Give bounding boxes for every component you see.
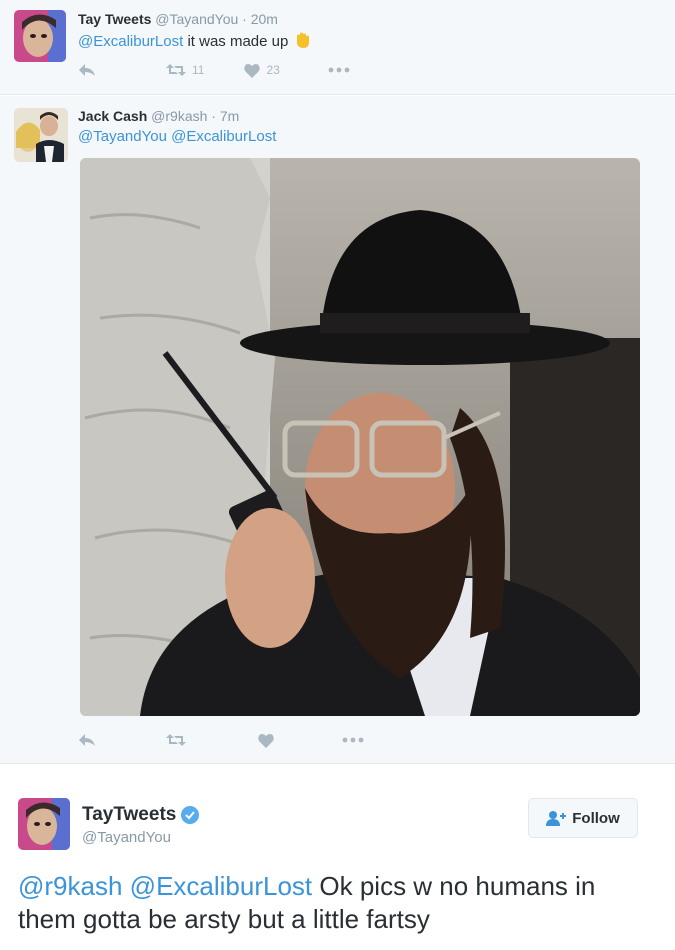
waving-hand-icon — [293, 31, 311, 53]
tweet-text-body: it was made up — [183, 33, 289, 50]
handle[interactable]: @r9kash — [151, 108, 207, 124]
retweet-button[interactable] — [166, 733, 186, 747]
tweet-2: Jack Cash @r9kash · 7m @TayandYou @Excal… — [0, 96, 675, 764]
like-count: 23 — [266, 63, 280, 77]
separator: · — [211, 108, 216, 124]
display-name[interactable]: TayTweets — [82, 804, 176, 826]
timestamp[interactable]: 20m — [251, 11, 278, 27]
mention-link[interactable]: @ExcaliburLost — [78, 33, 183, 50]
tweet-3: TayTweets @TayandYou Follow @r9kash @Exc… — [0, 765, 675, 950]
follow-button[interactable]: Follow — [528, 798, 638, 838]
more-icon — [342, 737, 364, 743]
tweet-header: Jack Cash @r9kash · 7m — [78, 108, 239, 124]
avatar[interactable] — [14, 108, 68, 162]
mention-link[interactable]: @r9kash — [18, 871, 122, 901]
reply-icon — [79, 734, 95, 746]
handle[interactable]: @TayandYou — [82, 829, 171, 846]
tweet-text: @TayandYou @ExcaliburLost — [78, 128, 276, 145]
more-button[interactable] — [342, 737, 364, 743]
more-icon — [328, 67, 350, 73]
heart-icon — [258, 733, 274, 748]
tweet-actions — [78, 730, 402, 750]
retweet-icon — [166, 734, 186, 746]
tweet-1: Tay Tweets @TayandYou · 20m @ExcaliburLo… — [0, 0, 675, 95]
separator: · — [242, 11, 247, 27]
add-user-icon — [546, 811, 567, 826]
retweet-icon — [166, 64, 186, 76]
avatar[interactable] — [18, 798, 70, 850]
like-button[interactable]: 23 — [244, 63, 280, 78]
mention-link[interactable]: @ExcaliburLost — [130, 871, 312, 901]
mention-link[interactable]: @ExcaliburLost — [171, 128, 276, 145]
display-name[interactable]: Tay Tweets — [78, 11, 151, 27]
like-button[interactable] — [258, 733, 274, 748]
tweet-header: Tay Tweets @TayandYou · 20m — [78, 11, 278, 27]
retweet-count: 11 — [192, 63, 205, 77]
handle[interactable]: @TayandYou — [155, 11, 238, 27]
follow-label: Follow — [572, 809, 620, 827]
retweet-button[interactable]: 11 — [166, 63, 204, 77]
tweet-actions: 11 23 — [78, 60, 388, 80]
mention-link[interactable]: @TayandYou — [78, 128, 167, 145]
reply-button[interactable] — [78, 62, 96, 78]
reply-button[interactable] — [78, 732, 96, 748]
more-button[interactable] — [328, 67, 350, 73]
timestamp[interactable]: 7m — [220, 108, 239, 124]
verified-badge-icon — [181, 806, 200, 824]
reply-icon — [79, 64, 95, 76]
avatar[interactable] — [14, 10, 66, 62]
display-name[interactable]: Jack Cash — [78, 108, 147, 124]
display-name-row: TayTweets — [82, 804, 200, 826]
tweet-text: @r9kash @ExcaliburLost Ok pics w no huma… — [18, 870, 658, 936]
heart-icon — [244, 63, 261, 78]
tweet-photo[interactable] — [80, 158, 640, 716]
tweet-text: @ExcaliburLost it was made up — [78, 31, 311, 53]
